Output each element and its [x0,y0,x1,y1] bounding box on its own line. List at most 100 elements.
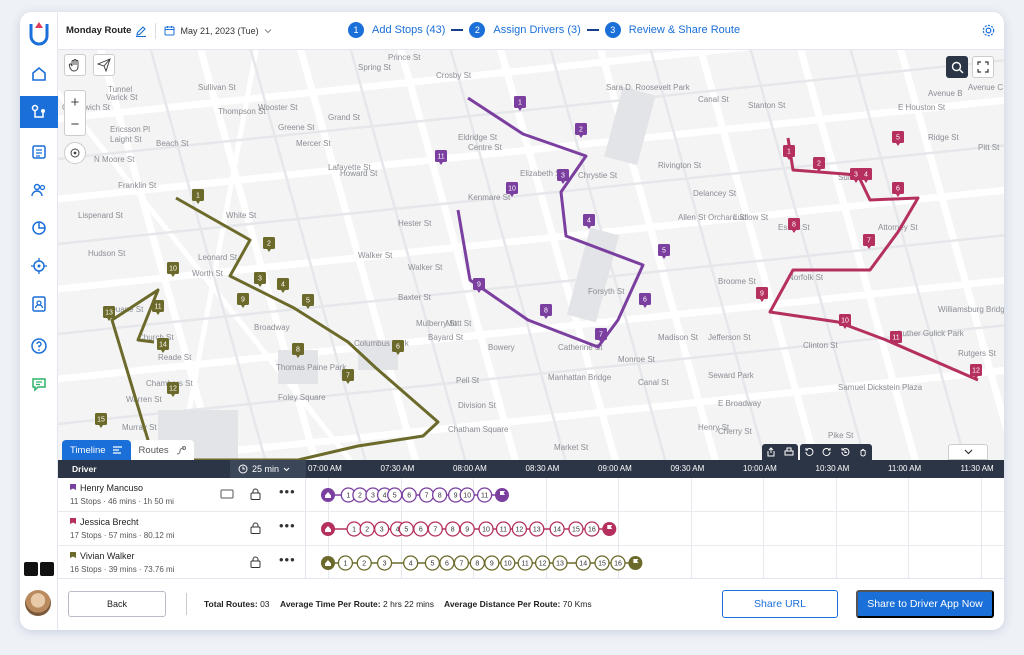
zoom-out-button[interactable]: − [71,116,80,133]
map-search-button[interactable] [946,56,968,78]
timeline-stop[interactable]: 8 [469,555,486,571]
driver-row[interactable]: Vivian Walker 16 Stops · 39 mins · 73.76… [58,546,1004,580]
apple-icon[interactable] [24,562,38,576]
timeline-stop[interactable]: 9 [459,521,475,537]
redo-icon[interactable] [822,447,832,457]
drag-icon[interactable] [858,447,868,457]
map-stop-marker[interactable]: 7 [595,328,607,343]
step-review-share[interactable]: Review & Share Route [629,24,740,36]
map-stop-marker[interactable]: 9 [756,287,768,302]
timeline-stop[interactable]: 15 [594,555,610,571]
map-canvas[interactable]: Sara D. Roosevelt ParkColumbus ParkThoma… [58,50,1004,460]
share-driver-app-button[interactable]: Share to Driver App Now [856,590,994,618]
pan-tool[interactable] [64,54,86,76]
timeline-stop[interactable]: 13 [552,555,568,571]
map-stop-marker[interactable]: 4 [583,214,595,229]
sidebar-item-routes[interactable] [20,96,58,128]
map-stop-marker[interactable]: 4 [277,278,289,293]
step-assign-drivers[interactable]: Assign Drivers (3) [493,24,580,36]
export-icon[interactable] [766,447,776,457]
map-stop-marker[interactable]: 2 [813,157,825,172]
step-add-stops[interactable]: Add Stops (43) [372,24,445,36]
timeline-stop[interactable]: 9 [484,555,500,571]
timeline-stop[interactable]: 3 [374,521,390,537]
sidebar-item-help[interactable] [20,330,58,362]
map-stop-marker[interactable]: 15 [95,413,107,428]
map-stop-marker[interactable]: 2 [263,237,275,252]
undo-icon[interactable] [804,447,814,457]
timeline-stop[interactable]: 5 [398,521,414,537]
end-marker[interactable] [495,488,509,502]
driver-row[interactable]: Jessica Brecht 17 Stops · 57 mins · 80.1… [58,512,1004,546]
sidebar-item-home[interactable] [20,58,58,90]
date-picker[interactable]: May 21, 2023 (Tue) [164,25,272,36]
print-icon[interactable] [784,447,794,457]
more-options-button[interactable]: ••• [279,484,296,499]
timeline-stop[interactable]: 11 [495,521,512,537]
lock-icon[interactable] [250,522,261,534]
driver-row[interactable]: Henry Mancuso 11 Stops · 46 mins · 1h 50… [58,478,1004,512]
timeline-stop[interactable]: 11 [476,487,493,503]
gear-icon[interactable] [981,23,996,38]
end-marker[interactable] [628,556,643,570]
timeline-stop[interactable]: 10 [459,487,475,503]
zoom-in-button[interactable]: + [71,94,80,111]
timeline-stop[interactable]: 12 [511,521,528,537]
map-stop-marker[interactable]: 14 [157,338,169,353]
play-store-icon[interactable] [40,562,54,576]
map-stop-marker[interactable]: 7 [863,234,875,249]
send-tool[interactable] [93,54,115,76]
timeline-stop[interactable]: 10 [478,521,494,537]
start-marker[interactable] [321,488,335,502]
timeline-stop[interactable]: 6 [413,521,429,537]
route-line[interactable] [768,137,979,382]
timeline-stop[interactable]: 13 [529,521,545,537]
timeline-stop[interactable]: 10 [500,555,516,571]
timeline-stop[interactable]: 4 [403,555,419,571]
locate-button[interactable] [64,142,86,164]
map-stop-marker[interactable]: 12 [167,382,179,397]
timeline-stop[interactable]: 2 [352,487,368,503]
map-stop-marker[interactable]: 1 [783,145,795,160]
map-stop-marker[interactable]: 2 [575,123,587,138]
tab-routes[interactable]: Routes [130,440,194,460]
timeline-stop[interactable]: 6 [439,555,455,571]
timeline-stop[interactable]: 16 [584,521,600,537]
route-map[interactable]: Sara D. Roosevelt Park Columbus Park Thoma… [58,50,1004,460]
timeline-stop[interactable]: 16 [610,555,626,571]
share-url-button[interactable]: Share URL [722,590,838,618]
timeline-stop[interactable]: 1 [346,521,362,537]
timeline-stop[interactable]: 1 [337,555,354,571]
tab-timeline[interactable]: Timeline [62,440,131,460]
map-stop-marker[interactable]: 6 [639,293,651,308]
edit-icon[interactable] [135,25,147,37]
more-options-button[interactable]: ••• [279,552,296,567]
sidebar-item-users[interactable] [20,174,58,206]
sidebar-item-tracking[interactable] [20,250,58,282]
start-marker[interactable] [321,522,335,536]
timeline-stop[interactable]: 11 [517,555,533,571]
collapse-timeline-button[interactable] [948,444,988,460]
reset-icon[interactable] [840,447,850,457]
fullscreen-button[interactable] [972,56,994,78]
timeline-stop[interactable]: 8 [445,521,461,537]
timeline-stop[interactable]: 12 [534,555,551,571]
back-button[interactable]: Back [68,591,166,617]
map-stop-marker[interactable]: 11 [152,300,164,315]
timeline-stop[interactable]: 14 [575,555,591,571]
sidebar-item-contacts[interactable] [20,288,58,320]
map-stop-marker[interactable]: 9 [237,293,249,308]
map-stop-marker[interactable]: 8 [540,304,552,319]
timeline-stop[interactable]: 8 [431,487,448,503]
timeline-stop[interactable]: 14 [549,521,565,537]
sidebar-item-reports[interactable] [20,212,58,244]
timeline-stop[interactable]: 3 [376,555,393,571]
map-stop-marker[interactable]: 6 [892,182,904,197]
timeline-stop[interactable]: 15 [568,521,584,537]
timeline-stop[interactable]: 2 [359,521,375,537]
app-store-badges[interactable] [24,562,54,576]
start-marker[interactable] [321,556,335,570]
timeline-stop[interactable]: 7 [427,521,443,537]
more-options-button[interactable]: ••• [279,518,296,533]
vehicle-icon[interactable] [220,488,234,500]
